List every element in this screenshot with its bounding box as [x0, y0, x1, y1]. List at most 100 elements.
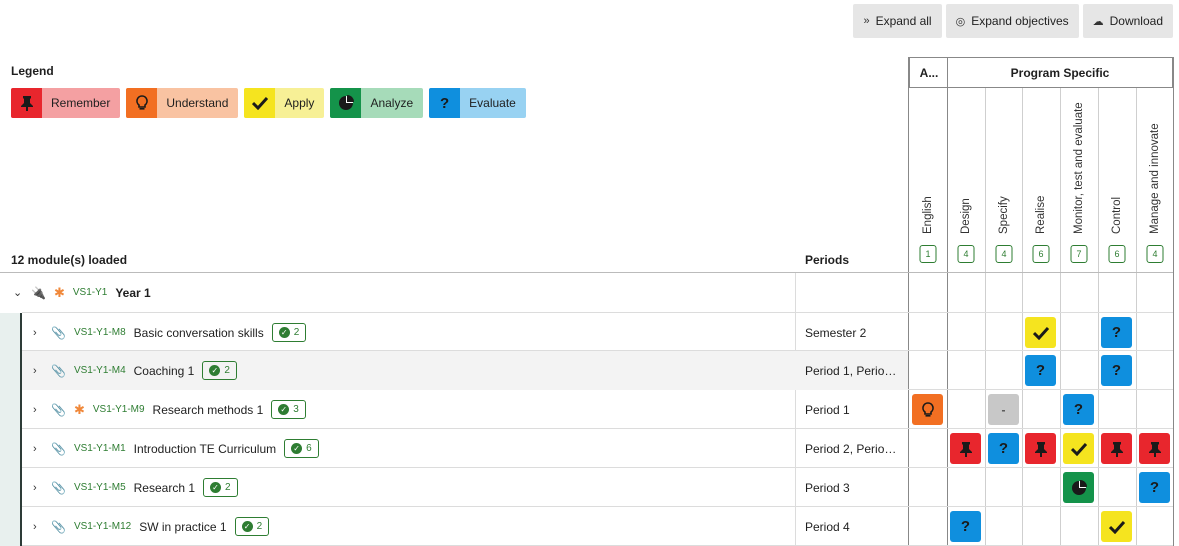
competence-cell-evaluate[interactable]: ?: [1101, 317, 1132, 348]
lightbulb-icon: [126, 88, 158, 118]
column-header: Control 6: [1098, 88, 1136, 268]
legend-title: Legend: [11, 64, 54, 78]
competence-cell-evaluate[interactable]: ?: [1139, 472, 1170, 503]
legend-item-analyze: Analyze: [330, 88, 424, 118]
legend-label: Analyze: [370, 96, 414, 110]
competence-cell-apply[interactable]: [1025, 317, 1056, 348]
pin-icon: [1034, 441, 1048, 457]
column-header: Design 4: [947, 88, 985, 268]
objectives-count: 2: [293, 327, 300, 338]
module-title[interactable]: Basic conversation skills: [134, 326, 264, 340]
expand-all-button[interactable]: » Expand all: [853, 4, 942, 38]
year-title: Year 1: [115, 285, 151, 300]
module-code[interactable]: VS1-Y1-M4: [74, 365, 126, 376]
competence-cell-analyze[interactable]: [1063, 472, 1094, 503]
competence-cell-remember[interactable]: [1139, 433, 1170, 464]
column-name: Specify: [998, 196, 1010, 234]
objectives-badge[interactable]: ✓ 3: [271, 400, 306, 419]
objectives-badge[interactable]: ✓ 2: [203, 478, 238, 497]
module-title[interactable]: SW in practice 1: [139, 520, 226, 534]
cloud-download-icon: ☁: [1092, 15, 1104, 28]
module-code[interactable]: VS1-Y1-M9: [93, 404, 145, 415]
chevron-right-icon[interactable]: ›: [33, 482, 43, 494]
module-title[interactable]: Coaching 1: [134, 364, 195, 378]
column-count-badge: 4: [1146, 245, 1164, 263]
objectives-count: 3: [293, 404, 299, 415]
legend-label: Understand: [166, 96, 229, 110]
module-row[interactable]: › 📎 VS1-Y1-M1 Introduction TE Curriculum ✓ 6 P…: [0, 429, 1173, 468]
legend-item-evaluate: ? Evaluate: [429, 88, 526, 118]
paperclip-icon: 📎: [51, 519, 66, 534]
module-title[interactable]: Introduction TE Curriculum: [134, 442, 277, 456]
module-title[interactable]: Research 1: [134, 481, 195, 495]
expand-objectives-button[interactable]: ◎ Expand objectives: [945, 4, 1079, 38]
column-count-badge: 6: [1032, 245, 1050, 263]
download-button[interactable]: ☁ Download: [1082, 4, 1173, 38]
chevron-down-icon[interactable]: ⌄: [13, 286, 23, 299]
check-circle-icon: ✓: [278, 404, 290, 415]
module-code[interactable]: VS1-Y1-M5: [74, 482, 126, 493]
legend: Remember Understand Apply Analyze? Evaluate: [11, 88, 526, 118]
column-name: Design: [960, 198, 972, 234]
paperclip-icon: 📎: [51, 402, 66, 417]
question-icon: ?: [1073, 401, 1084, 418]
chevron-right-icon[interactable]: ›: [33, 521, 43, 533]
pie-chart-icon: [330, 88, 362, 118]
column-count-badge: 7: [1070, 245, 1088, 263]
check-icon: [1070, 442, 1087, 456]
legend-label: Evaluate: [469, 96, 516, 110]
module-period: Period 2, Perio…: [805, 441, 897, 456]
objectives-badge[interactable]: ✓ 2: [234, 517, 270, 536]
pin-icon: [1148, 441, 1162, 457]
check-circle-icon: ✓: [210, 482, 222, 493]
group-header-a: A...: [909, 57, 948, 88]
legend-label: Remember: [51, 96, 111, 110]
competence-cell-none[interactable]: -: [988, 394, 1019, 425]
competence-cell-remember[interactable]: [1101, 433, 1132, 464]
objectives-count: 2: [225, 482, 231, 493]
column-header: Monitor, test and evaluate 7: [1060, 88, 1098, 268]
competence-cell-understand[interactable]: [912, 394, 943, 425]
competence-cell-evaluate[interactable]: ?: [1063, 394, 1094, 425]
competence-cell-evaluate[interactable]: ?: [1025, 355, 1056, 386]
year-row[interactable]: ⌄ 🔌 ✱ VS1-Y1 Year 1: [0, 273, 1173, 312]
check-circle-icon: ✓: [241, 521, 253, 532]
chevron-right-icon[interactable]: ›: [33, 443, 43, 455]
module-title[interactable]: Research methods 1: [153, 403, 264, 417]
competence-cell-evaluate[interactable]: ?: [950, 511, 981, 542]
objectives-badge[interactable]: ✓ 2: [271, 323, 307, 342]
module-row[interactable]: › 📎 VS1-Y1-M8 Basic conversation skills ✓ 2 Se…: [0, 313, 1173, 352]
question-icon: ?: [1111, 362, 1122, 379]
objectives-badge[interactable]: ✓ 6: [284, 439, 319, 458]
module-row[interactable]: › 📎 ✱ VS1-Y1-M9 Research methods 1 ✓ 3 Period 1…: [0, 390, 1173, 429]
group-header-program-specific: Program Specific: [947, 57, 1173, 88]
objectives-badge[interactable]: ✓ 2: [202, 361, 237, 380]
chevron-right-icon[interactable]: ›: [33, 365, 43, 377]
column-name: Monitor, test and evaluate: [1073, 102, 1085, 234]
legend-item-remember: Remember: [11, 88, 121, 118]
paperclip-icon: 📎: [51, 325, 66, 340]
asterisk-icon: ✱: [53, 284, 65, 300]
module-row[interactable]: › 📎 VS1-Y1-M4 Coaching 1 ✓ 2 Period 1, Perio…?…: [0, 351, 1173, 390]
competence-cell-remember[interactable]: [1025, 433, 1056, 464]
module-code[interactable]: VS1-Y1-M8: [74, 327, 126, 338]
legend-item-understand: Understand: [126, 88, 239, 118]
check-icon: [1032, 326, 1049, 340]
competence-cell-remember[interactable]: [950, 433, 981, 464]
module-period: Period 1: [805, 402, 850, 417]
chevron-right-icon[interactable]: ›: [33, 327, 43, 339]
competence-cell-apply[interactable]: [1063, 433, 1094, 464]
competence-cell-evaluate[interactable]: ?: [1101, 355, 1132, 386]
competence-cell-apply[interactable]: [1101, 511, 1132, 542]
module-period: Period 1, Perio…: [805, 363, 897, 378]
module-row[interactable]: › 📎 VS1-Y1-M12 SW in practice 1 ✓ 2 Period 4?: [0, 507, 1173, 546]
module-code[interactable]: VS1-Y1-M1: [74, 443, 126, 454]
chevron-right-icon[interactable]: ›: [33, 404, 43, 416]
competence-cell-evaluate[interactable]: ?: [988, 433, 1019, 464]
check-icon: [244, 88, 276, 118]
year-code: VS1-Y1: [72, 287, 108, 298]
question-icon: ?: [1149, 479, 1160, 496]
divider: [1173, 57, 1174, 546]
module-code[interactable]: VS1-Y1-M12: [74, 521, 131, 532]
module-row[interactable]: › 📎 VS1-Y1-M5 Research 1 ✓ 2 Period 3?: [0, 468, 1173, 507]
